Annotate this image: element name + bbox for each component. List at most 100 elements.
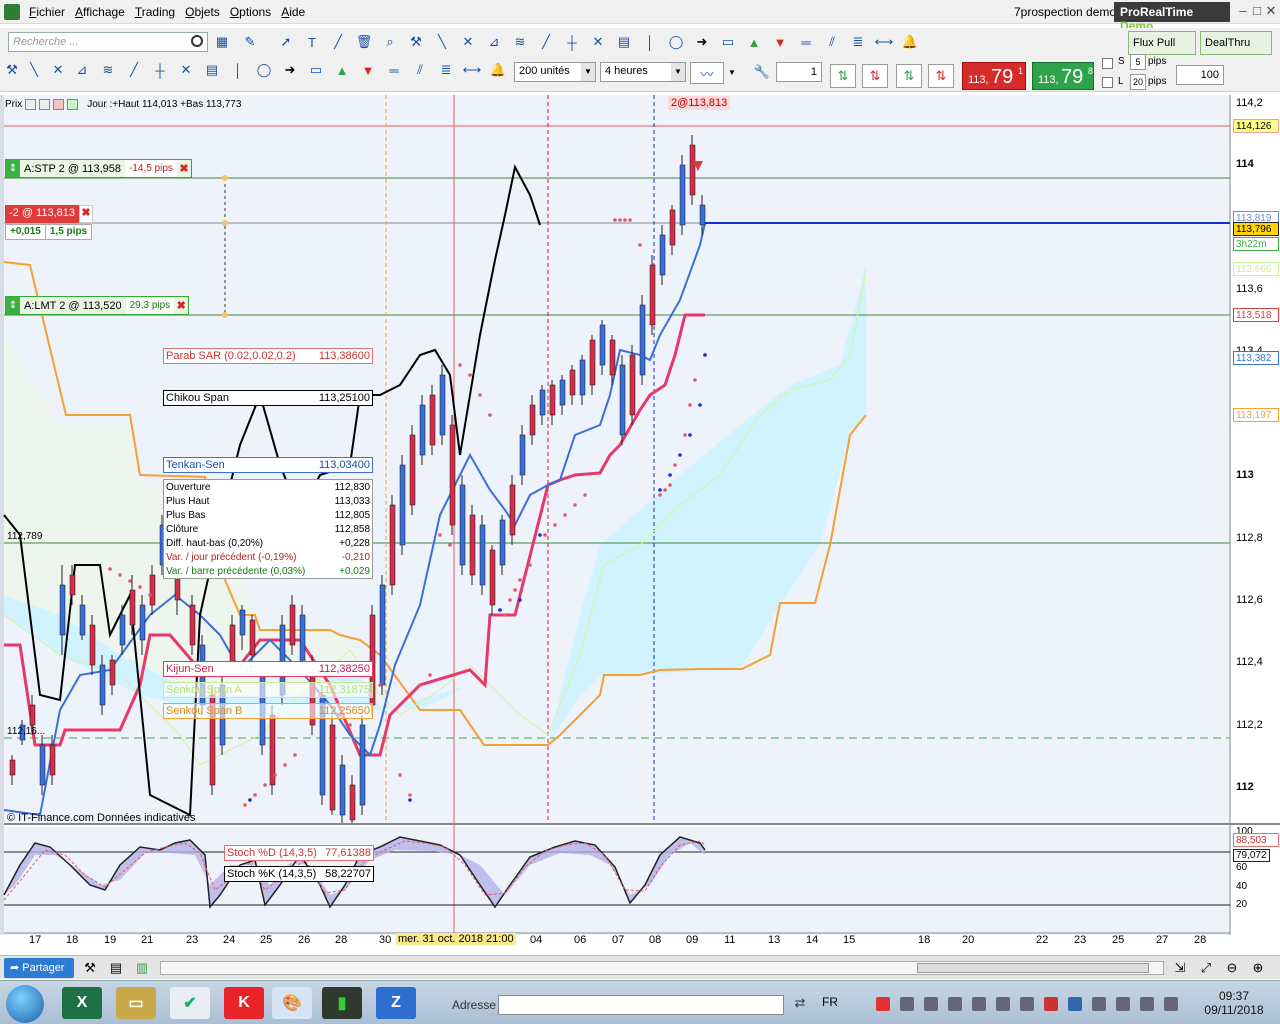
tray-icon[interactable]	[1092, 997, 1106, 1011]
menu-file[interactable]: Fichier	[24, 0, 70, 24]
limit-pips-input[interactable]: 20	[1130, 74, 1146, 90]
draw-vline-icon[interactable]: │	[228, 60, 248, 80]
chart-scrollbar[interactable]	[160, 961, 1164, 975]
sell-stop-icon[interactable]: ⇅	[928, 64, 954, 88]
draw-reg-icon[interactable]: ⫽	[410, 60, 430, 80]
paint-icon[interactable]: 🎨	[272, 987, 312, 1019]
position-tag[interactable]: -2 @ 113,813 ✖	[5, 205, 94, 223]
draw-alert-icon[interactable]: 🔔	[488, 60, 508, 80]
timeframe-select[interactable]: 4 heures ▼	[600, 62, 686, 82]
flux-pull-button[interactable]: Flux Pull	[1128, 31, 1196, 55]
tray-icon[interactable]	[1116, 997, 1130, 1011]
draw-channel-icon[interactable]: ≋	[98, 60, 118, 80]
tray-icon[interactable]	[996, 997, 1010, 1011]
maximize-icon[interactable]: □	[1250, 4, 1264, 18]
excel-icon[interactable]: X	[62, 987, 102, 1019]
stop-order-tag[interactable]: ⇕ A:STP 2 @ 113,958 -14,5 pips ✖	[5, 159, 192, 178]
go-icon[interactable]: ⇄	[790, 993, 810, 1013]
sell-button[interactable]: 113, 79 1	[962, 62, 1026, 90]
draw-down-icon[interactable]: ▼	[358, 60, 378, 80]
share-button[interactable]: ➦ Partager	[4, 958, 74, 978]
start-button[interactable]	[6, 985, 44, 1023]
reset-zoom-icon[interactable]: ⤢	[1196, 958, 1216, 978]
minimize-icon[interactable]: –	[1236, 4, 1250, 18]
zoom-icon[interactable]: ⌕	[380, 32, 400, 52]
limit-checkbox[interactable]	[1102, 77, 1113, 88]
fit-icon[interactable]: ⇲	[1170, 958, 1190, 978]
magnet-icon[interactable]: ⚒	[406, 32, 426, 52]
indicators-menu-icon[interactable]: ▼	[726, 62, 738, 82]
address-input[interactable]	[498, 995, 784, 1015]
drag-handle-icon[interactable]: ⇕	[6, 160, 20, 177]
prorealtime-icon[interactable]: ▮	[322, 987, 362, 1019]
regression-icon[interactable]: ⫽	[822, 32, 842, 52]
cycle-icon[interactable]: ⟷	[874, 32, 894, 52]
draw-cycle-icon[interactable]: ⟷	[462, 60, 482, 80]
check-app-icon[interactable]: ✔	[170, 987, 210, 1019]
cancel-stop-icon[interactable]: ✖	[177, 162, 191, 175]
draw-level-icon[interactable]: ═	[384, 60, 404, 80]
channel-icon[interactable]: ≋	[510, 32, 530, 52]
buy-order-icon[interactable]: ⇅	[830, 64, 856, 88]
menu-trading[interactable]: Trading	[130, 0, 180, 24]
draw-cross-icon[interactable]: ✕	[48, 60, 68, 80]
draw-segment-icon[interactable]: ╱	[124, 60, 144, 80]
search-icon[interactable]	[191, 35, 203, 47]
zoom-out-icon[interactable]: ⊖	[1222, 958, 1242, 978]
tool-icon[interactable]: ⚒	[2, 60, 22, 80]
close-chart-icon[interactable]	[39, 98, 51, 110]
clock[interactable]: 09:37 09/11/2018	[1202, 989, 1266, 1017]
search-input[interactable]: Recherche ...	[8, 32, 208, 52]
menu-objects[interactable]: Objets	[180, 0, 225, 24]
menu-view[interactable]: Affichage	[70, 0, 130, 24]
text-icon[interactable]: T	[302, 32, 322, 52]
stop-checkbox[interactable]	[1102, 58, 1113, 69]
buy-small-icon[interactable]	[67, 98, 79, 110]
drag-handle-icon[interactable]: ⇕	[6, 297, 20, 314]
volume-icon[interactable]	[1140, 997, 1154, 1011]
buy-button[interactable]: 113, 79 8	[1032, 62, 1094, 90]
scroll-thumb[interactable]	[917, 963, 1149, 973]
draw-fibo-icon[interactable]: ✕	[176, 60, 196, 80]
language-indicator[interactable]: FR	[822, 995, 838, 1009]
trash-icon[interactable]: 🗑	[354, 32, 374, 52]
k-app-icon[interactable]: K	[224, 987, 264, 1019]
tray-icon[interactable]	[876, 997, 890, 1011]
cross-line-icon[interactable]: ✕	[458, 32, 478, 52]
limit-order-tag[interactable]: ⇕ A:LMT 2 @ 113,520 29,3 pips ✖	[5, 296, 190, 315]
stop-pips-input[interactable]: 5	[1130, 54, 1146, 70]
ruler-icon[interactable]: ╱	[328, 32, 348, 52]
fan-icon[interactable]: ⊿	[484, 32, 504, 52]
cursor-icon[interactable]: ➚	[276, 32, 296, 52]
line-icon[interactable]: ╱	[536, 32, 556, 52]
menu-help[interactable]: Aide	[276, 0, 310, 24]
draw-line-icon[interactable]: ╲	[24, 60, 44, 80]
wrench-small-icon[interactable]	[25, 98, 37, 110]
tray-icon[interactable]	[900, 997, 914, 1011]
arrow-down-icon[interactable]: ▼	[770, 32, 790, 52]
buy-stop-icon[interactable]: ⇅	[896, 64, 922, 88]
sell-small-icon[interactable]	[53, 98, 65, 110]
close-position-icon[interactable]: ✖	[79, 205, 94, 223]
list-icon[interactable]: ▥	[132, 958, 152, 978]
rectangle-icon[interactable]: ▭	[718, 32, 738, 52]
quantity-input[interactable]: 1	[776, 62, 822, 82]
quote-icon[interactable]: ▦	[212, 32, 232, 52]
zoom-in-icon[interactable]: ⊕	[1248, 958, 1268, 978]
draw-arrow-icon[interactable]: ➜	[280, 60, 300, 80]
arrow-up-icon[interactable]: ▲	[744, 32, 764, 52]
draw-hline-icon[interactable]: ┼	[150, 60, 170, 80]
pen-icon[interactable]: ✎	[240, 32, 260, 52]
tray-icon[interactable]	[1068, 997, 1082, 1011]
ellipse-icon[interactable]: ◯	[666, 32, 686, 52]
tray-icon[interactable]	[948, 997, 962, 1011]
pitchfork-icon[interactable]: ≣	[848, 32, 868, 52]
close-icon[interactable]: ✕	[1264, 4, 1278, 18]
cancel-limit-icon[interactable]: ✖	[174, 299, 188, 312]
alert-bell-icon[interactable]: 🔔	[900, 32, 920, 52]
fibo-icon[interactable]: ✕	[588, 32, 608, 52]
table-icon[interactable]: ▤	[106, 958, 126, 978]
z-app-icon[interactable]: Z	[376, 987, 416, 1019]
menu-options[interactable]: Options	[225, 0, 276, 24]
sell-order-icon[interactable]: ⇅	[862, 64, 888, 88]
